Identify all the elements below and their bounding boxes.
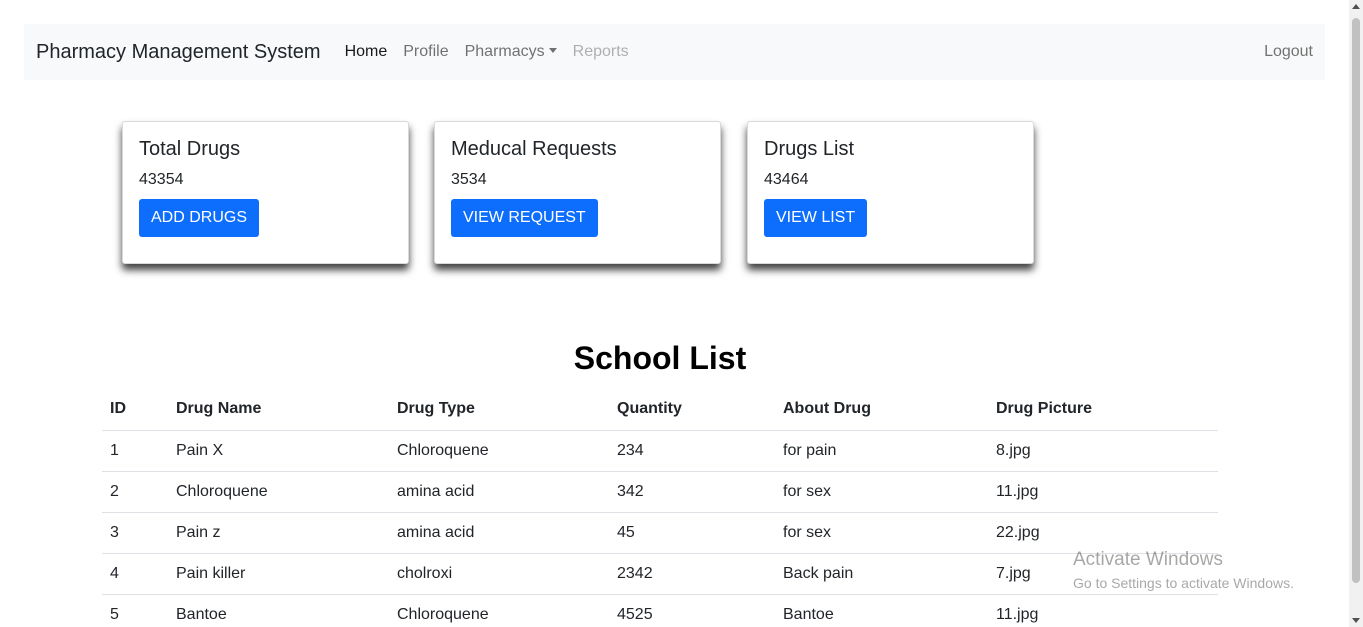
table-header-row: ID Drug Name Drug Type Quantity About Dr…	[102, 389, 1218, 431]
cell-drug-name: Chloroquene	[168, 471, 389, 513]
cell-drug-type: Chloroquene	[389, 430, 609, 472]
watermark-title: Activate Windows	[1073, 549, 1223, 570]
cell-drug-name: Pain X	[168, 430, 389, 472]
scroll-up-arrow-icon[interactable]	[1352, 4, 1360, 9]
view-list-button[interactable]: VIEW LIST	[764, 199, 868, 237]
column-header-id: ID	[102, 389, 168, 431]
cell-drug-type: Chloroquene	[389, 594, 609, 627]
cell-quantity: 4525	[609, 594, 775, 627]
scrollbar-thumb[interactable]	[1352, 18, 1360, 583]
card-total-drugs: Total Drugs 43354 ADD DRUGS	[122, 121, 409, 264]
drugs-table: ID Drug Name Drug Type Quantity About Dr…	[102, 389, 1218, 627]
cell-about-drug: Bantoe	[775, 594, 988, 627]
table-row: 2 Chloroquene amina acid 342 for sex 11.…	[102, 471, 1218, 513]
column-header-drug-type: Drug Type	[389, 389, 609, 431]
activate-windows-watermark: Activate Windows Go to Settings to activ…	[1073, 549, 1294, 591]
column-header-about-drug: About Drug	[775, 389, 988, 431]
logout-link[interactable]: Logout	[1264, 43, 1313, 61]
cell-drug-type: amina acid	[389, 512, 609, 554]
card-medical-requests: Meducal Requests 3534 VIEW REQUEST	[434, 121, 721, 264]
cell-drug-name: Pain z	[168, 512, 389, 554]
card-value: 3534	[451, 171, 487, 188]
cell-quantity: 234	[609, 430, 775, 472]
nav-link-home[interactable]: Home	[337, 43, 396, 61]
navbar: Pharmacy Management System Home Profile …	[24, 24, 1325, 80]
card-value: 43464	[764, 171, 809, 188]
cell-about-drug: for pain	[775, 430, 988, 472]
cell-quantity: 342	[609, 471, 775, 513]
list-title: School List	[573, 340, 747, 376]
cell-about-drug: for sex	[775, 471, 988, 513]
cell-quantity: 45	[609, 512, 775, 554]
watermark-subtitle: Go to Settings to activate Windows.	[1073, 575, 1294, 591]
column-header-drug-picture: Drug Picture	[988, 389, 1218, 431]
cell-id: 2	[102, 471, 168, 513]
cell-drug-picture: 8.jpg	[988, 430, 1218, 472]
table-row: 1 Pain X Chloroquene 234 for pain 8.jpg	[102, 430, 1218, 472]
card-value: 43354	[139, 171, 184, 188]
vertical-scrollbar[interactable]	[1349, 0, 1363, 627]
card-title: Drugs List	[764, 138, 855, 160]
add-drugs-button[interactable]: ADD DRUGS	[139, 199, 260, 237]
cell-about-drug: Back pain	[775, 553, 988, 595]
nav-dropdown-pharmacys[interactable]: Pharmacys	[457, 43, 565, 61]
caret-down-icon	[548, 48, 557, 53]
cell-drug-type: amina acid	[389, 471, 609, 513]
view-request-button[interactable]: VIEW REQUEST	[451, 199, 598, 237]
cell-drug-type: cholroxi	[389, 553, 609, 595]
cell-drug-picture: 11.jpg	[988, 594, 1218, 627]
cell-drug-name: Bantoe	[168, 594, 389, 627]
cell-id: 3	[102, 512, 168, 554]
cell-about-drug: for sex	[775, 512, 988, 554]
table-row: 3 Pain z amina acid 45 for sex 22.jpg	[102, 512, 1218, 554]
cell-id: 4	[102, 553, 168, 595]
table-row: 5 Bantoe Chloroquene 4525 Bantoe 11.jpg	[102, 594, 1218, 627]
page: Pharmacy Management System Home Profile …	[0, 0, 1363, 627]
nav-links: Home Profile Pharmacys Reports	[337, 43, 637, 61]
card-title: Total Drugs	[139, 138, 241, 160]
nav-link-reports: Reports	[572, 43, 629, 60]
navbar-brand[interactable]: Pharmacy Management System	[36, 41, 321, 64]
cell-drug-picture: 11.jpg	[988, 471, 1218, 513]
cell-quantity: 2342	[609, 553, 775, 595]
cell-drug-name: Pain killer	[168, 553, 389, 595]
table-row: 4 Pain killer cholroxi 2342 Back pain 7.…	[102, 553, 1218, 595]
nav-link-profile[interactable]: Profile	[395, 43, 456, 61]
nav-dropdown-label: Pharmacys	[464, 43, 545, 60]
column-header-drug-name: Drug Name	[168, 389, 389, 431]
card-title: Meducal Requests	[451, 138, 617, 160]
cell-id: 5	[102, 594, 168, 627]
cell-drug-picture: 22.jpg	[988, 512, 1218, 554]
column-header-quantity: Quantity	[609, 389, 775, 431]
card-drugs-list: Drugs List 43464 VIEW LIST	[747, 121, 1034, 264]
cell-id: 1	[102, 430, 168, 472]
scroll-down-arrow-icon[interactable]	[1352, 618, 1360, 623]
